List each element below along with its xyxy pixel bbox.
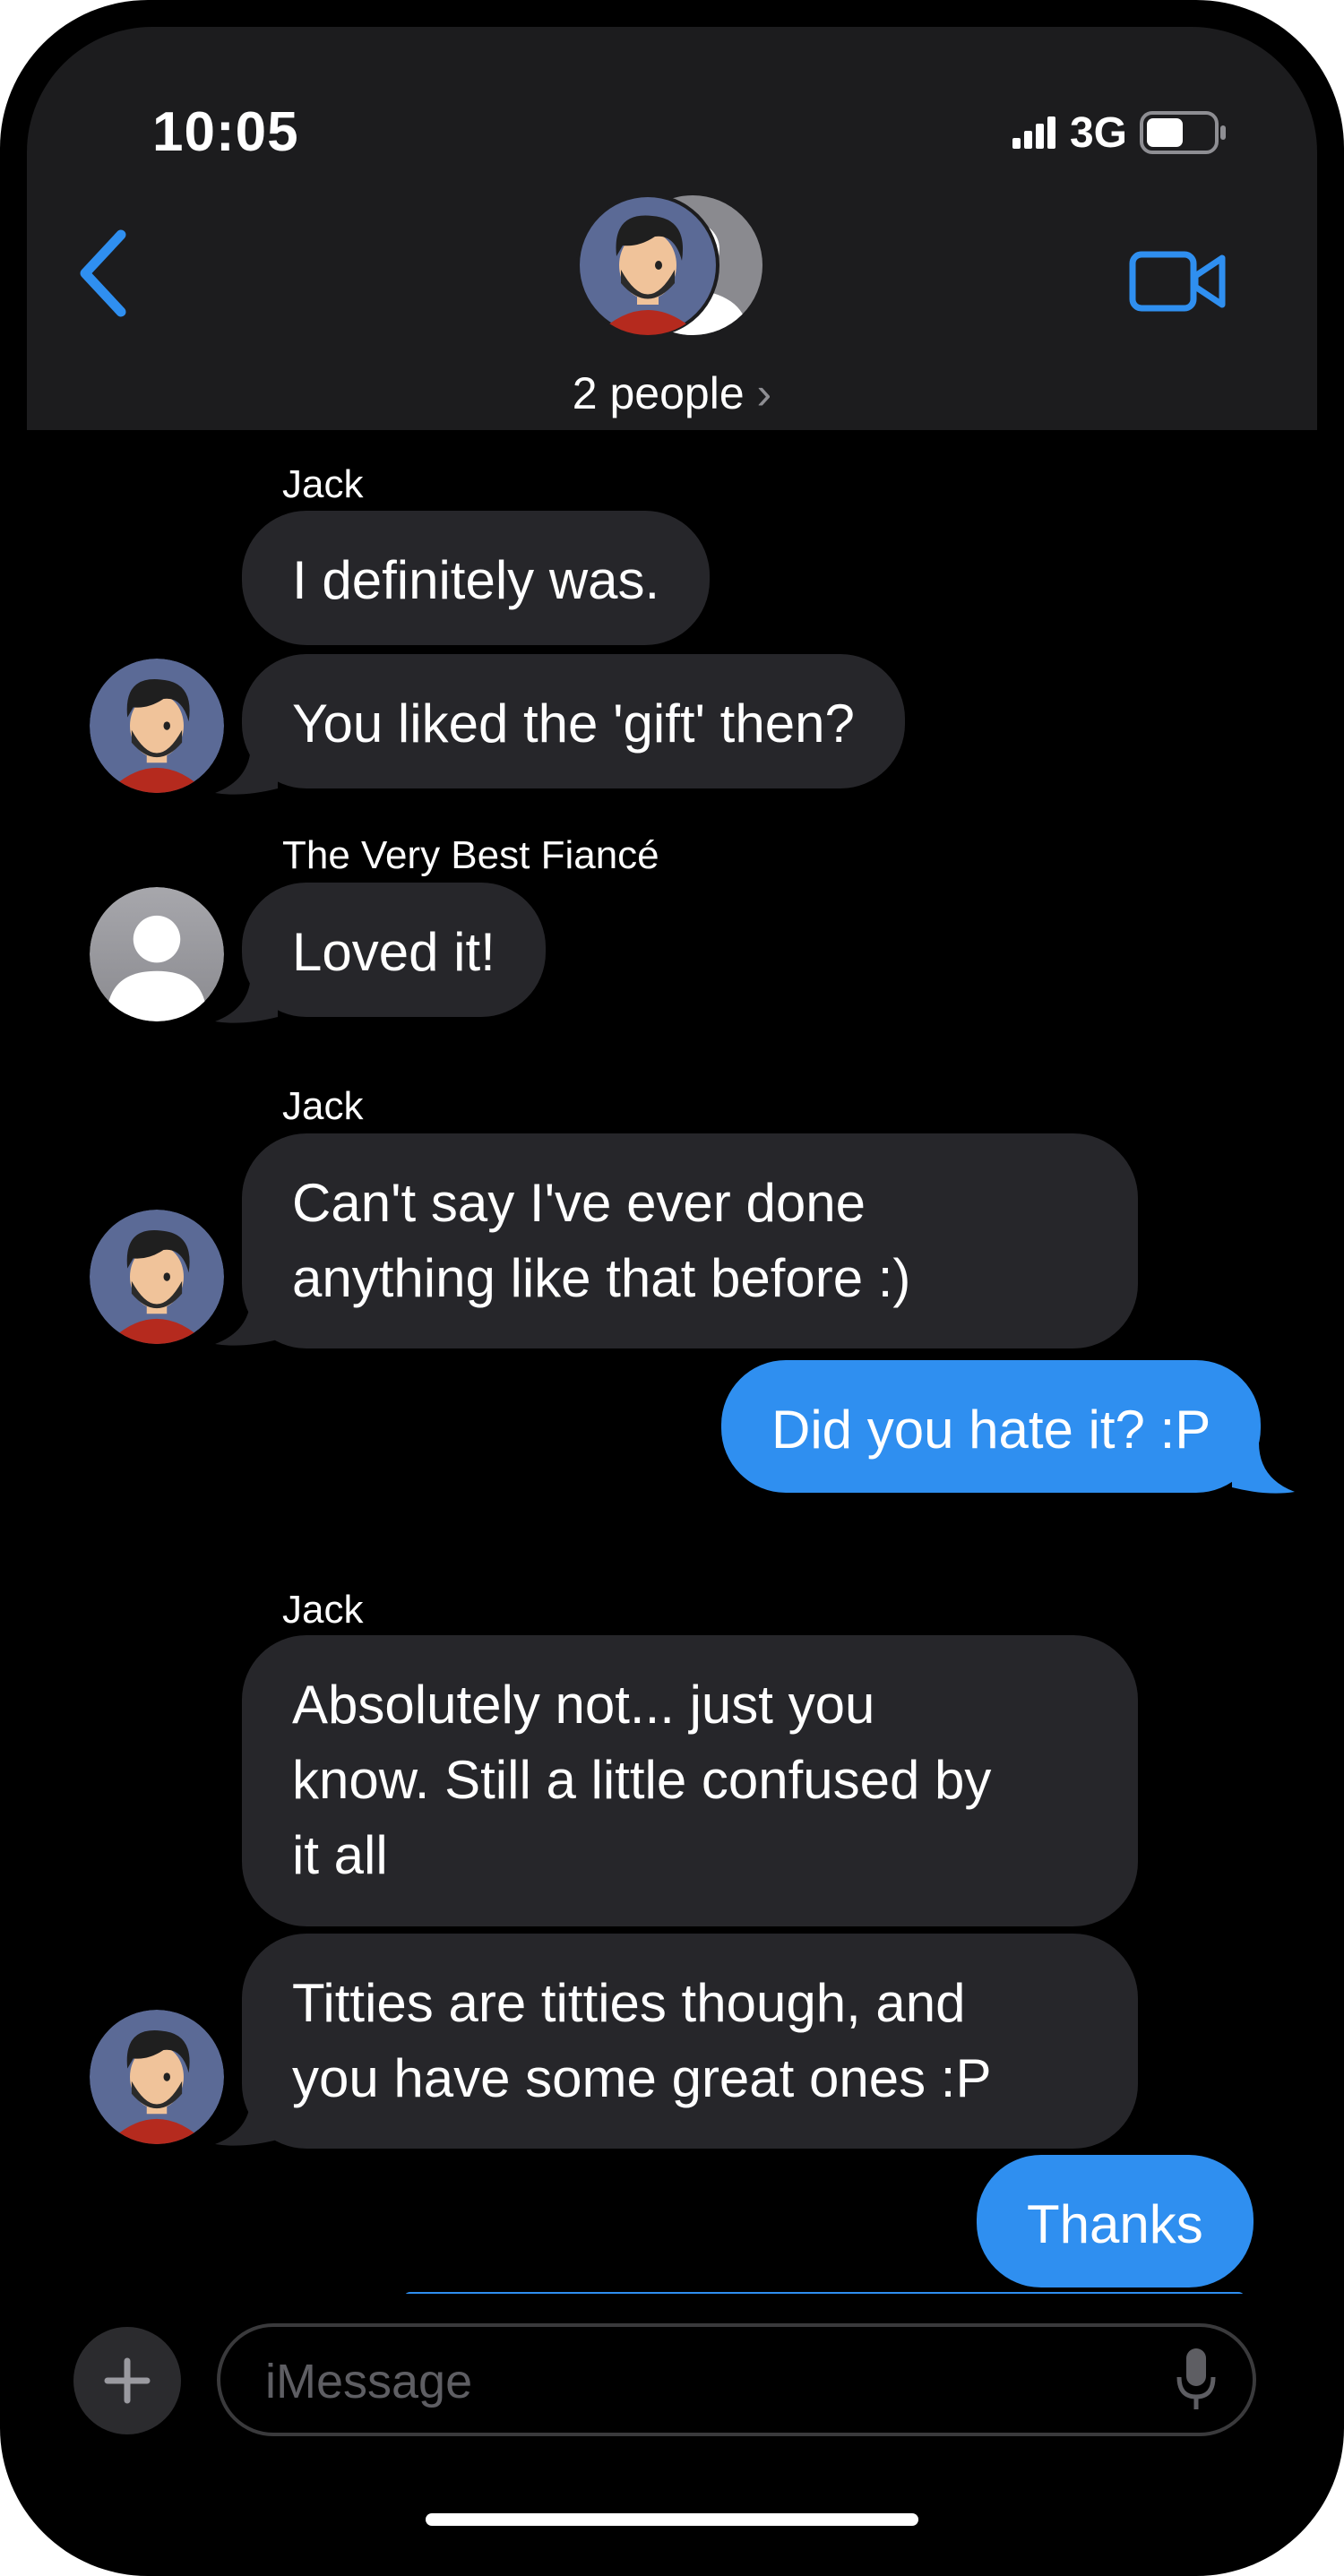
sender-name: Jack <box>282 1588 364 1632</box>
message-bubble[interactable]: Titties are titties though, and you have… <box>242 1934 1138 2149</box>
bubble-tail <box>215 1295 278 1346</box>
avatar-jack[interactable] <box>90 659 224 793</box>
message-text: Thanks <box>1027 2194 1203 2254</box>
person-avatar-icon <box>90 1210 224 1344</box>
message-text: I definitely was. <box>292 550 660 610</box>
conversation-title[interactable]: 2 people › <box>27 367 1317 419</box>
conversation-header: 10:05 3G 2 people › <box>27 27 1317 430</box>
avatar-jack[interactable] <box>90 1210 224 1344</box>
sender-name: Jack <box>282 1084 364 1128</box>
person-avatar-icon <box>90 2010 224 2144</box>
message-bubble[interactable]: Loved it! <box>242 883 546 1017</box>
message-text-line: it all <box>292 1825 388 1885</box>
message-text: You liked the 'gift' then? <box>292 694 855 754</box>
message-text-line: you have some great ones :P <box>292 2048 992 2108</box>
group-avatar[interactable] <box>576 194 764 337</box>
message-bubble[interactable]: You liked the 'gift' then? <box>242 654 905 788</box>
message-text-line: Can't say I've ever done <box>292 1173 866 1233</box>
message-text: Did you hate it? :P <box>771 1400 1211 1460</box>
bubble-tail <box>215 744 278 795</box>
chevron-right-icon: › <box>756 368 772 418</box>
avatar-jack[interactable] <box>90 2010 224 2144</box>
message-text-line: Absolutely not... just you <box>292 1675 875 1735</box>
sender-name: The Very Best Fiancé <box>282 833 659 877</box>
phone-frame: 10:05 3G 2 people › Jack I definitely wa… <box>0 0 1344 2576</box>
add-attachment-button[interactable] <box>73 2327 181 2434</box>
avatar-fiance[interactable] <box>90 887 224 1021</box>
message-composer: iMessage <box>27 2294 1317 2549</box>
messages-screen: 10:05 3G 2 people › Jack I definitely wa… <box>27 27 1317 2549</box>
signal-icon <box>1012 116 1055 149</box>
conversation-title-label: 2 people <box>572 368 745 418</box>
outgoing-message-bubble[interactable]: Thanks <box>977 2155 1254 2287</box>
message-bubble[interactable]: I definitely was. <box>242 511 711 645</box>
video-camera-icon[interactable] <box>1129 247 1228 319</box>
message-text: Loved it! <box>292 922 495 982</box>
message-input[interactable]: iMessage <box>217 2323 1256 2436</box>
chevron-left-icon[interactable] <box>72 224 134 323</box>
plus-icon <box>104 2357 151 2404</box>
network-type: 3G <box>1069 108 1127 157</box>
message-text-line: Titties are titties though, and <box>292 1973 966 2033</box>
microphone-icon[interactable] <box>1176 2347 1217 2411</box>
status-time: 10:05 <box>152 101 299 163</box>
status-indicators: 3G <box>1012 106 1228 159</box>
outgoing-message-bubble[interactable]: Did you hate it? :P <box>721 1360 1262 1493</box>
bubble-tail <box>215 2095 278 2146</box>
default-contact-icon <box>90 887 224 1021</box>
person-avatar-icon <box>90 659 224 793</box>
sender-name: Jack <box>282 462 364 506</box>
message-bubble[interactable]: Absolutely not... just you know. Still a… <box>242 1635 1138 1926</box>
message-text-line: anything like that before :) <box>292 1248 911 1308</box>
bubble-tail <box>1232 1443 1295 1494</box>
message-text-line: know. Still a little confused by <box>292 1750 992 1810</box>
home-indicator[interactable] <box>426 2513 918 2526</box>
battery-icon <box>1140 111 1226 154</box>
bubble-tail <box>215 972 278 1023</box>
message-input-placeholder: iMessage <box>265 2355 473 2408</box>
message-bubble[interactable]: Can't say I've ever done anything like t… <box>242 1133 1138 1348</box>
